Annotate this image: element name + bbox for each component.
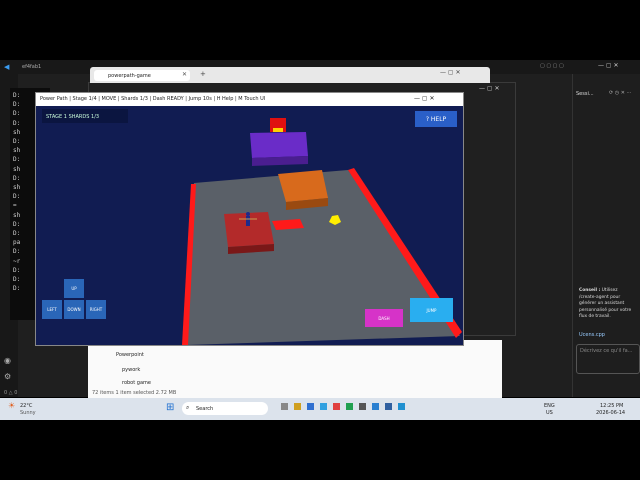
up-button[interactable]: UP [64,279,84,298]
layout-icons[interactable]: ▢ ▢ ▢ ▢ [540,63,564,69]
clock-time[interactable]: 12:25 PM [600,403,623,409]
search-label: Search [196,406,214,412]
hud-box: STAGE 1 SHARDS 1/3 [42,109,128,123]
new-tab-button[interactable]: + [200,70,206,78]
folder-item[interactable]: Powerpoint [116,352,144,358]
weather-desc: Sunny [20,410,36,416]
tip-title: Conseil : [579,288,601,293]
taskbar-apps[interactable] [278,403,478,415]
jump-button[interactable]: JUMP [410,298,453,322]
window-controls[interactable]: — ▢ ✕ [598,62,619,69]
game-title: Power Path | Stage 1/4 | MOVE | Shards 1… [40,96,266,102]
chat-input[interactable]: Décrivez ce qu'il fa... [580,348,632,354]
game-canvas[interactable]: STAGE 1 SHARDS 1/3 ? HELP UP LEFT DOWN R… [36,106,463,345]
purple-block [250,132,308,158]
folder-item[interactable]: pywork [122,367,140,373]
gear-icon[interactable]: ⚙ [4,372,11,381]
clock-date: 2026-06-14 [596,410,626,416]
folder-item[interactable]: robot game [122,380,151,386]
search-box[interactable]: ⌕ Search [182,402,268,415]
vscode-icon: ◀ [4,63,10,71]
down-button[interactable]: DOWN [64,300,84,319]
taskbar: ☀ 22°C Sunny ⊞ ⌕ Search ENG US 12:25 PM … [0,398,640,420]
explorer-status: 72 items 1 item selected 2.72 MB [92,390,177,396]
browser-window-controls[interactable]: — ▢ ✕ [440,69,461,76]
game-window-controls[interactable]: — ▢ ✕ [414,95,435,102]
file-explorer: Powerpoint pywork robot game 72 items 1 … [88,340,502,398]
windows-start-icon[interactable]: ⊞ [166,402,174,413]
problems-count[interactable]: 0 △ 0 [4,390,17,396]
game-titlebar: Power Path | Stage 1/4 | MOVE | Shards 1… [36,93,463,106]
weather-temp[interactable]: 22°C [20,403,32,409]
hud-text: STAGE 1 SHARDS 1/3 [46,114,100,120]
search-icon: ⌕ [186,404,190,411]
file-link[interactable]: Ucens.cpp [579,332,605,338]
vscode-tab[interactable]: ef4fab1 [22,64,41,70]
browser-tab[interactable]: powerpath-game ✕ [94,70,190,81]
browser-tab-label: powerpath-game [108,73,151,79]
region: US [546,410,553,416]
panel-actions[interactable]: ⟳ ◷ ✕ ⋯ [609,90,632,96]
panel-title: Sessi... [576,91,594,97]
window-controls-2[interactable]: — ▢ ✕ [479,85,500,92]
close-icon[interactable]: ✕ [182,71,187,78]
dash-button[interactable]: DASH [365,309,403,327]
left-button[interactable]: LEFT [42,300,62,319]
language[interactable]: ENG [544,403,555,409]
orange-crate [278,170,328,202]
browser-window: powerpath-game ✕ + — ▢ ✕ [90,67,490,83]
chat-panel: Sessi... ⟳ ◷ ✕ ⋯ Conseil : Utilisez /cre… [572,74,640,397]
right-button[interactable]: RIGHT [86,300,106,319]
weather-icon: ☀ [8,401,16,410]
player [246,216,250,226]
account-icon[interactable]: ◉ [4,356,11,365]
game-window: Power Path | Stage 1/4 | MOVE | Shards 1… [35,92,464,346]
tip-box: Conseil : Utilisez /create-agent pour gé… [579,288,633,321]
help-button[interactable]: ? HELP [415,111,457,127]
